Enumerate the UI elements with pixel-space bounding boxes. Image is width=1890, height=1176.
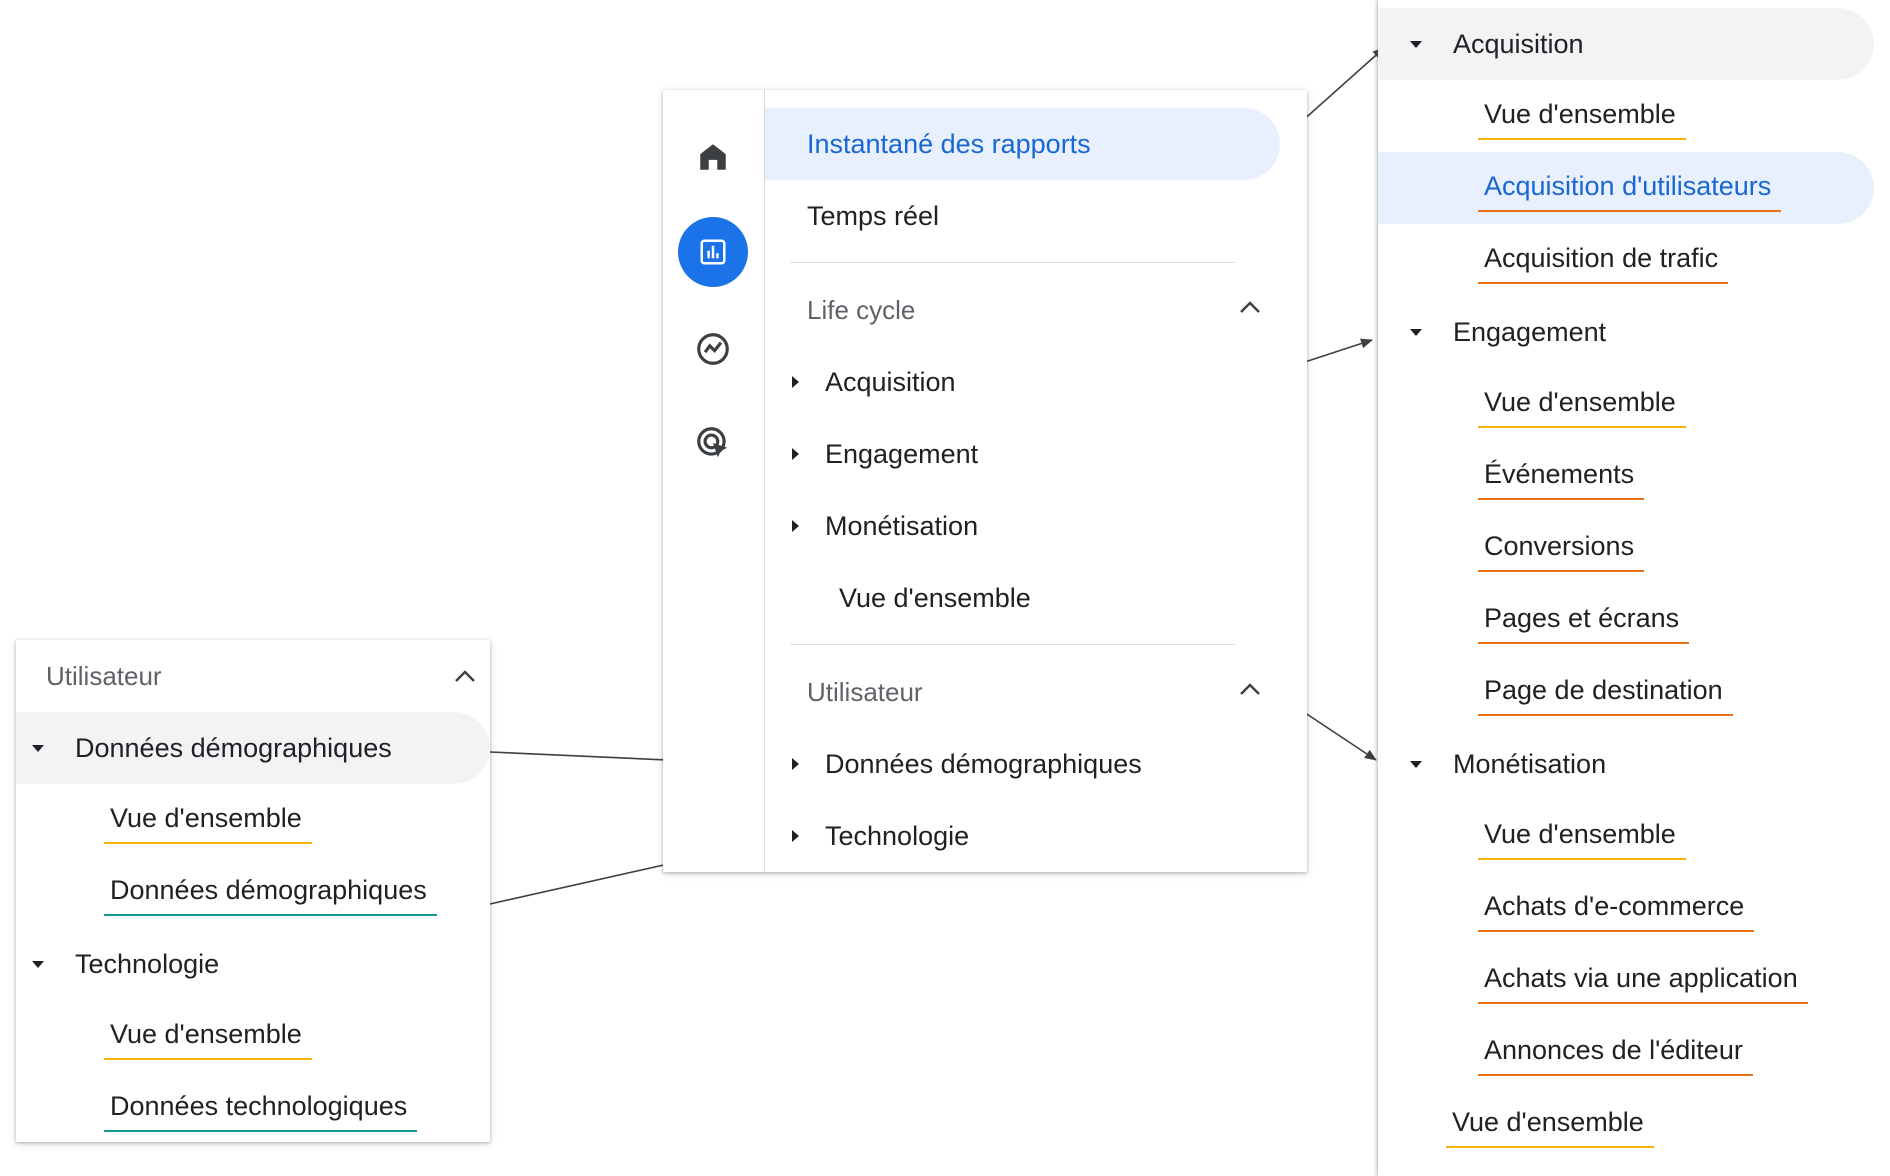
menu-item-technology-overview[interactable]: Vue d'ensemble [104, 1000, 312, 1072]
section-label: Utilisateur [807, 676, 923, 707]
nav-item-label: Engagement [825, 438, 979, 469]
section-user[interactable]: Utilisateur [807, 656, 1260, 728]
collapse-arrow-icon [1410, 760, 1422, 768]
menu-item-label: Conversions [1477, 531, 1645, 572]
group-technology[interactable]: Technologie [16, 928, 219, 1000]
section-label: Utilisateur [46, 660, 162, 691]
group-title: Technologie [75, 948, 220, 979]
menu-item-label: Acquisition d'utilisateurs [1477, 171, 1782, 212]
menu-item-label: Pages et écrans [1477, 603, 1690, 644]
menu-item-landing-page[interactable]: Page de destination [1478, 656, 1733, 728]
menu-item-events[interactable]: Événements [1477, 440, 1645, 512]
expand-arrow-icon [792, 448, 799, 460]
nav-item-label: Instantané des rapports [807, 128, 1091, 159]
group-title: Engagement [1453, 316, 1607, 347]
menu-item-lifecycle-overview[interactable]: Vue d'ensemble [1446, 1088, 1654, 1160]
group-demographics[interactable]: Données démographiques [16, 712, 490, 784]
nav-item-label: Vue d'ensemble [839, 582, 1031, 613]
reports-nav-panel: Instantané des rapports Temps réel Life … [663, 90, 1307, 872]
nav-item-lifecycle-overview[interactable]: Vue d'ensemble [839, 562, 1031, 634]
nav-rail [663, 90, 765, 872]
collapse-arrow-icon [32, 744, 44, 752]
chevron-up-icon [1240, 301, 1260, 313]
group-title: Monétisation [1453, 748, 1607, 779]
group-monetisation[interactable]: Monétisation [1378, 728, 1606, 800]
menu-item-label: Données démographiques [104, 875, 437, 916]
menu-item-label: Achats d'e-commerce [1477, 891, 1755, 932]
section-user[interactable]: Utilisateur [46, 640, 476, 712]
nav-item-label: Temps réel [807, 200, 940, 231]
menu-item-publisher-ads[interactable]: Annonces de l'éditeur [1478, 1016, 1753, 1088]
user-expanded-panel: Utilisateur Données démographiques Vue d… [16, 640, 490, 1142]
reports-nav: Instantané des rapports Temps réel Life … [765, 90, 1307, 872]
reports-icon[interactable] [678, 217, 748, 287]
nav-item-label: Acquisition [825, 366, 956, 397]
menu-item-pages-screens[interactable]: Pages et écrans [1477, 584, 1690, 656]
menu-item-label: Achats via une application [1478, 963, 1808, 1004]
menu-item-demographics-overview[interactable]: Vue d'ensemble [104, 784, 312, 856]
collapse-arrow-icon [32, 960, 44, 968]
home-icon[interactable] [678, 122, 748, 192]
nav-item-engagement[interactable]: Engagement [792, 418, 978, 490]
group-acquisition[interactable]: Acquisition [1378, 8, 1874, 80]
menu-item-label: Page de destination [1478, 675, 1733, 716]
menu-item-label: Vue d'ensemble [1478, 387, 1686, 428]
group-title: Données démographiques [75, 732, 392, 763]
collapse-arrow-icon [1410, 328, 1422, 336]
nav-item-label: Monétisation [825, 510, 979, 541]
chevron-up-icon [1240, 683, 1260, 695]
expand-arrow-icon [792, 830, 799, 842]
chevron-up-icon [455, 670, 475, 682]
nav-item-monetisation[interactable]: Monétisation [792, 490, 978, 562]
nav-item-demographics[interactable]: Données démographiques [792, 728, 1142, 800]
expand-arrow-icon [792, 758, 799, 770]
menu-item-engagement-overview[interactable]: Vue d'ensemble [1478, 368, 1686, 440]
menu-item-ecommerce-purchases[interactable]: Achats d'e-commerce [1477, 872, 1755, 944]
nav-item-label: Données démographiques [825, 748, 1142, 779]
menu-item-in-app-purchases[interactable]: Achats via une application [1478, 944, 1808, 1016]
menu-item-label: Événements [1477, 459, 1645, 500]
divider [790, 644, 1235, 645]
expand-arrow-icon [792, 520, 799, 532]
expand-arrow-icon [792, 376, 799, 388]
menu-item-label: Vue d'ensemble [1478, 819, 1686, 860]
divider [790, 262, 1235, 263]
menu-item-traffic-acquisition[interactable]: Acquisition de trafic [1477, 224, 1729, 296]
explore-icon[interactable] [678, 314, 748, 384]
menu-item-label: Annonces de l'éditeur [1478, 1035, 1753, 1076]
menu-item-label: Données technologiques [103, 1091, 418, 1132]
collapse-arrow-icon [1410, 40, 1422, 48]
menu-item-monetisation-overview[interactable]: Vue d'ensemble [1478, 800, 1686, 872]
menu-item-demographic-details[interactable]: Données démographiques [104, 856, 437, 928]
nav-item-label: Technologie [825, 820, 970, 851]
lifecycle-expanded-panel: Acquisition Vue d'ensemble Acquisition d… [1378, 0, 1890, 1176]
menu-item-user-acquisition[interactable]: Acquisition d'utilisateurs [1378, 152, 1874, 224]
section-label: Life cycle [807, 294, 916, 325]
nav-item-acquisition[interactable]: Acquisition [792, 346, 956, 418]
menu-item-label: Vue d'ensemble [1478, 99, 1686, 140]
menu-item-label: Acquisition de trafic [1477, 243, 1729, 284]
group-title: Acquisition [1453, 28, 1584, 59]
menu-item-conversions[interactable]: Conversions [1477, 512, 1645, 584]
section-life-cycle[interactable]: Life cycle [807, 274, 1260, 346]
advertising-icon[interactable] [678, 408, 748, 478]
menu-item-acquisition-overview[interactable]: Vue d'ensemble [1478, 80, 1686, 152]
nav-item-technology[interactable]: Technologie [792, 800, 969, 872]
nav-item-snapshot[interactable]: Instantané des rapports [765, 108, 1280, 180]
menu-item-technology-details[interactable]: Données technologiques [103, 1072, 418, 1144]
nav-item-realtime[interactable]: Temps réel [807, 180, 939, 252]
menu-item-label: Vue d'ensemble [104, 1019, 312, 1060]
menu-item-label: Vue d'ensemble [1446, 1107, 1654, 1148]
group-engagement[interactable]: Engagement [1378, 296, 1606, 368]
menu-item-label: Vue d'ensemble [104, 803, 312, 844]
